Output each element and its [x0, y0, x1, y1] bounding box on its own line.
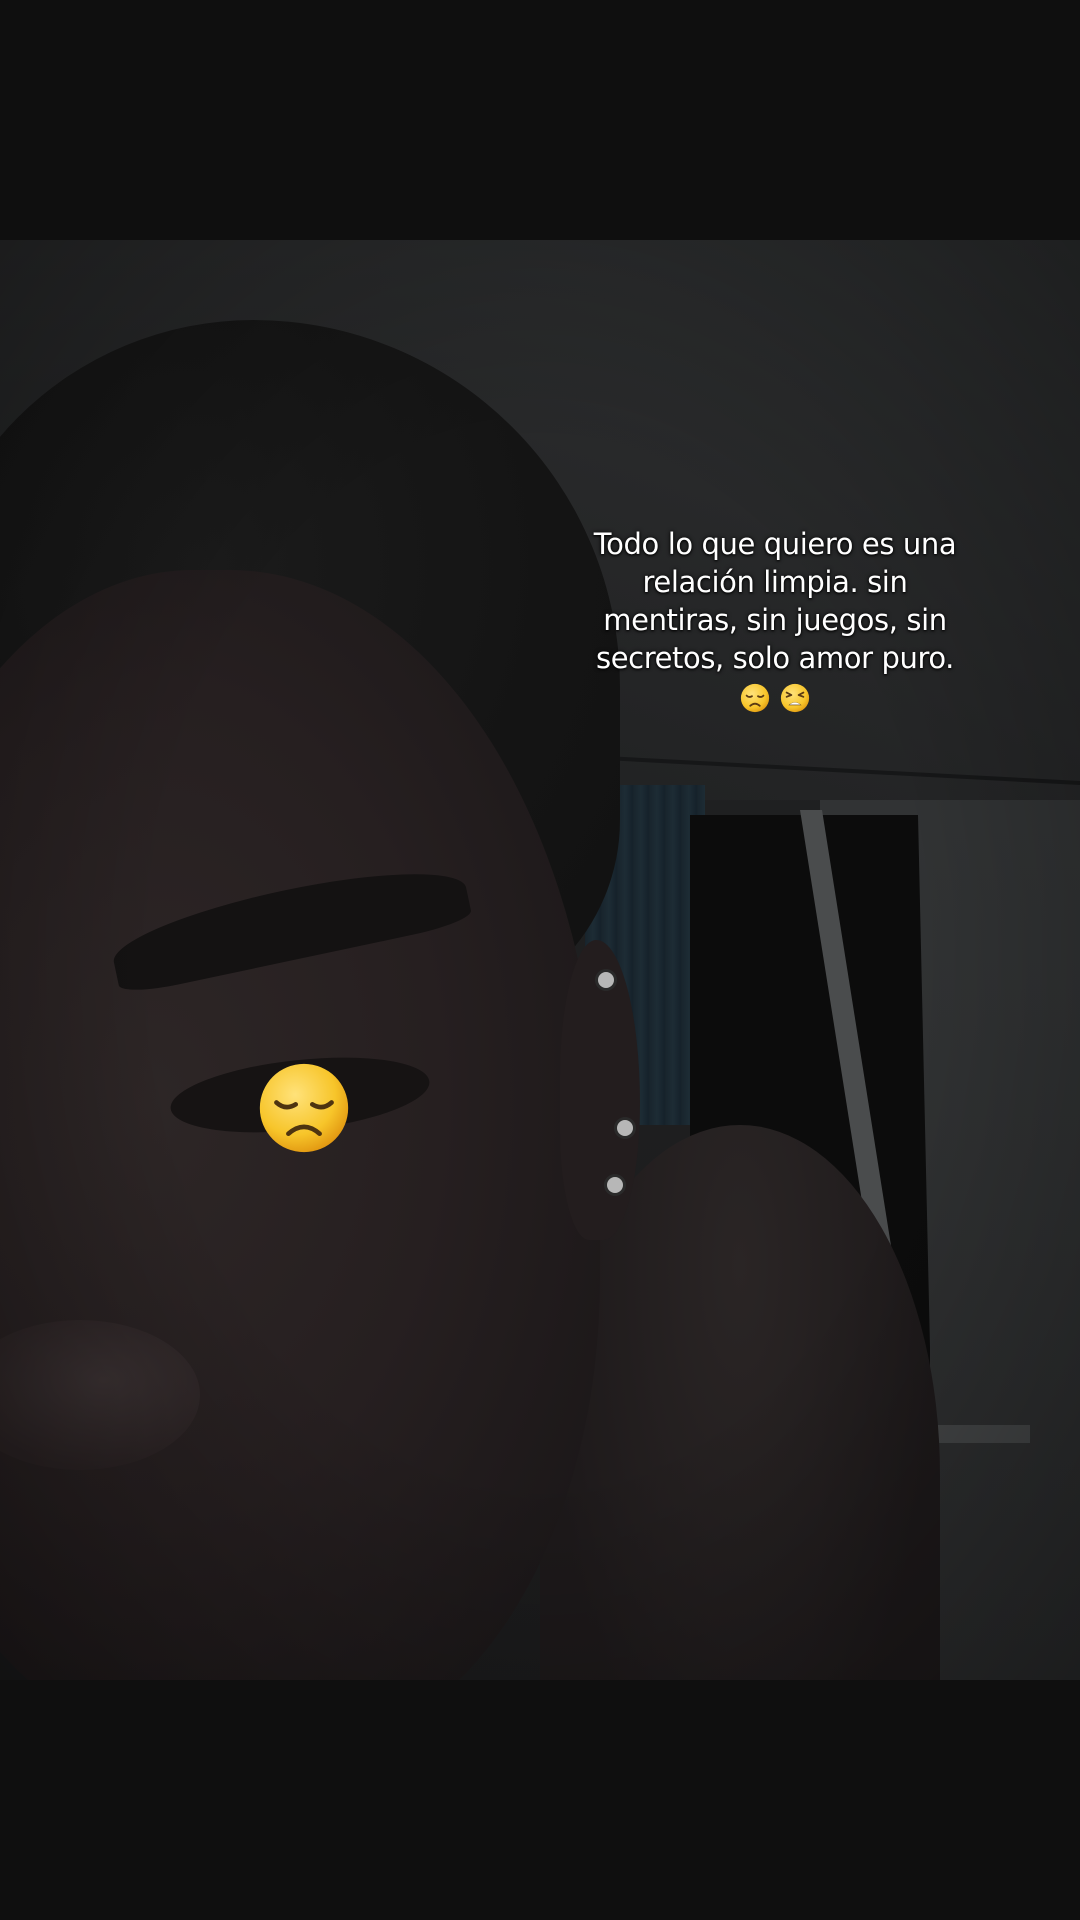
vignette: [0, 240, 1080, 1680]
caption-line: secretos, solo amor puro.: [596, 641, 954, 675]
disappointed-face-icon: [740, 683, 769, 713]
selfie-photo: [0, 240, 1080, 1680]
disappointed-face-icon: [259, 1063, 349, 1153]
caption-line: relación limpia. sin: [642, 565, 908, 599]
caption-line: Todo lo que quiero es una: [593, 527, 957, 561]
caption-emoji-row: [575, 677, 975, 715]
tired-face-icon: [781, 683, 810, 713]
caption-line: mentiras, sin juegos, sin: [603, 603, 947, 637]
caption-text: Todo lo que quiero es una relación limpi…: [575, 525, 975, 715]
video-frame: Todo lo que quiero es una relación limpi…: [0, 0, 1080, 1920]
